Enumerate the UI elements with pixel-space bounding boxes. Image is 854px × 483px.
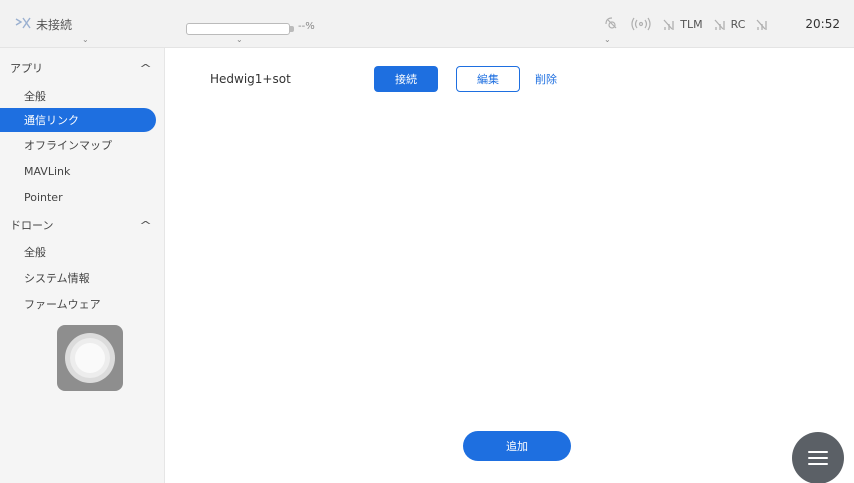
chevron-down-icon[interactable]: ⌄ (604, 36, 611, 44)
status-icons: TLM RC 20:52 (604, 14, 840, 34)
chevron-up-icon[interactable]: ^ (139, 62, 152, 75)
sidebar-item-label: オフラインマップ (24, 139, 112, 152)
chevron-up-icon[interactable]: ^ (139, 219, 152, 232)
battery-indicator: --% (186, 21, 315, 36)
battery-tip (290, 26, 294, 32)
telemetry-signal-icon[interactable]: TLM (662, 17, 703, 31)
battery-percent: --% (298, 21, 315, 32)
menu-icon (808, 451, 828, 465)
sidebar-item-comm-links[interactable]: 通信リンク (0, 108, 156, 132)
top-toolbar: 未接続 ⌄ --% ⌄ TLM RC 20:52 ⌄ (0, 0, 854, 48)
app-logo (57, 325, 123, 391)
sidebar-item-label: 全般 (24, 90, 46, 103)
sidebar-item-pointer[interactable]: Pointer (0, 185, 156, 209)
clock: 20:52 (805, 17, 840, 31)
gps-icon[interactable] (604, 16, 620, 32)
connection-status-label: 未接続 (36, 17, 73, 32)
sidebar-item-firmware[interactable]: ファームウェア (0, 292, 156, 316)
sidebar-item-label: Pointer (24, 190, 63, 204)
signal-broadcast-icon[interactable] (630, 17, 652, 31)
rc-label: RC (730, 17, 746, 31)
delete-button[interactable]: 削除 (528, 66, 564, 92)
edit-button[interactable]: 編集 (456, 66, 520, 92)
sidebar-item-label: システム情報 (24, 272, 90, 285)
connect-button[interactable]: 接続 (374, 66, 438, 92)
sidebar-item-label: ファームウェア (24, 298, 101, 311)
logo-core (75, 343, 105, 373)
logo-ring-inner (70, 338, 110, 378)
drone-disconnected-icon (14, 16, 36, 33)
chevron-down-icon[interactable]: ⌄ (236, 36, 243, 44)
battery-bar (186, 23, 290, 35)
sidebar-item-app-general[interactable]: 全般 (0, 84, 156, 108)
sidebar-item-drone-general[interactable]: 全般 (0, 240, 156, 264)
logo-ring-outer (65, 333, 115, 383)
sidebar-section-label: ドローン (10, 219, 54, 232)
sidebar-item-label: 通信リンク (24, 114, 79, 127)
signal-bars-icon[interactable] (755, 17, 771, 31)
connection-status[interactable]: 未接続 (14, 14, 72, 34)
sidebar-item-label: 全般 (24, 246, 46, 259)
sidebar-item-system-info[interactable]: システム情報 (0, 266, 156, 290)
telemetry-label: TLM (680, 17, 703, 31)
link-name: Hedwig1+sot (210, 72, 291, 86)
sidebar-section-label: アプリ (10, 62, 43, 75)
sidebar: アプリ ^ 全般 通信リンク オフラインマップ MAVLink Pointer … (0, 48, 165, 483)
sidebar-item-label: MAVLink (24, 164, 71, 178)
rc-signal-icon[interactable]: RC (713, 17, 746, 31)
sidebar-section-app[interactable]: アプリ ^ (10, 59, 152, 77)
main-menu-button[interactable] (792, 432, 844, 483)
sidebar-item-offline-maps[interactable]: オフラインマップ (0, 133, 156, 157)
sidebar-section-drone[interactable]: ドローン ^ (10, 216, 152, 234)
add-link-button[interactable]: 追加 (463, 431, 571, 461)
chevron-down-icon[interactable]: ⌄ (82, 36, 89, 44)
sidebar-item-mavlink[interactable]: MAVLink (0, 159, 156, 183)
